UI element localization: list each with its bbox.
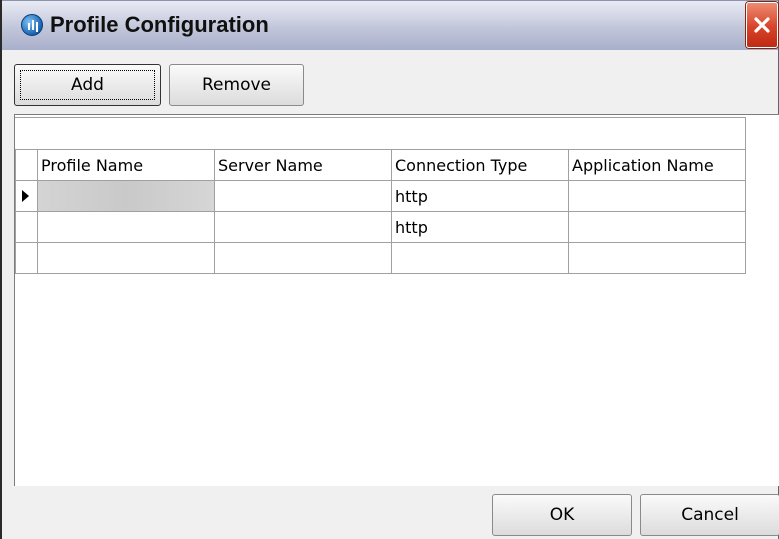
table-header-row: Profile Name Server Name Connection Type… <box>15 149 746 181</box>
cell-connection-type[interactable] <box>391 242 569 274</box>
remove-button[interactable]: Remove <box>169 64 304 106</box>
row-pointer-icon <box>22 190 29 202</box>
dialog-footer: OK Cancel <box>2 486 779 539</box>
profiles-table: Profile Name Server Name Connection Type… <box>15 149 746 274</box>
row-header-corner <box>15 149 38 181</box>
grid-top-blank-row <box>15 117 746 150</box>
row-selector[interactable] <box>15 180 38 212</box>
close-button[interactable] <box>746 2 778 48</box>
row-selector[interactable] <box>15 211 38 243</box>
cancel-button[interactable]: Cancel <box>640 494 779 536</box>
cancel-button-label: Cancel <box>681 505 739 525</box>
add-button[interactable]: Add <box>14 64 161 106</box>
cell-application-name[interactable] <box>568 242 746 274</box>
remove-button-label: Remove <box>202 75 271 95</box>
cell-application-name[interactable] <box>568 211 746 243</box>
cell-connection-type[interactable]: http <box>391 211 569 243</box>
cell-server-name[interactable] <box>214 242 392 274</box>
cell-profile-name[interactable] <box>37 180 215 212</box>
table-row-new[interactable] <box>15 242 746 274</box>
ok-button-label: OK <box>549 505 575 525</box>
profile-configuration-window: Profile Configuration Add Remove Profile… <box>0 0 779 539</box>
close-icon <box>754 17 770 33</box>
profiles-grid[interactable]: Profile Name Server Name Connection Type… <box>14 114 779 486</box>
cell-server-name[interactable] <box>214 180 392 212</box>
add-button-label: Add <box>71 75 104 95</box>
window-title: Profile Configuration <box>50 12 269 37</box>
column-header-profile-name[interactable]: Profile Name <box>37 149 215 181</box>
table-row[interactable]: http <box>15 211 746 243</box>
app-logo-icon <box>21 14 43 36</box>
cell-application-name[interactable] <box>568 180 746 212</box>
column-header-application-name[interactable]: Application Name <box>568 149 746 181</box>
column-header-connection-type[interactable]: Connection Type <box>391 149 569 181</box>
table-row[interactable]: http <box>15 180 746 212</box>
column-header-server-name[interactable]: Server Name <box>214 149 392 181</box>
cell-connection-type[interactable]: http <box>391 180 569 212</box>
cell-profile-name[interactable] <box>37 211 215 243</box>
title-bar[interactable]: Profile Configuration <box>2 0 778 50</box>
row-selector[interactable] <box>15 242 38 274</box>
ok-button[interactable]: OK <box>492 494 632 536</box>
cell-server-name[interactable] <box>214 211 392 243</box>
cell-profile-name[interactable] <box>37 242 215 274</box>
